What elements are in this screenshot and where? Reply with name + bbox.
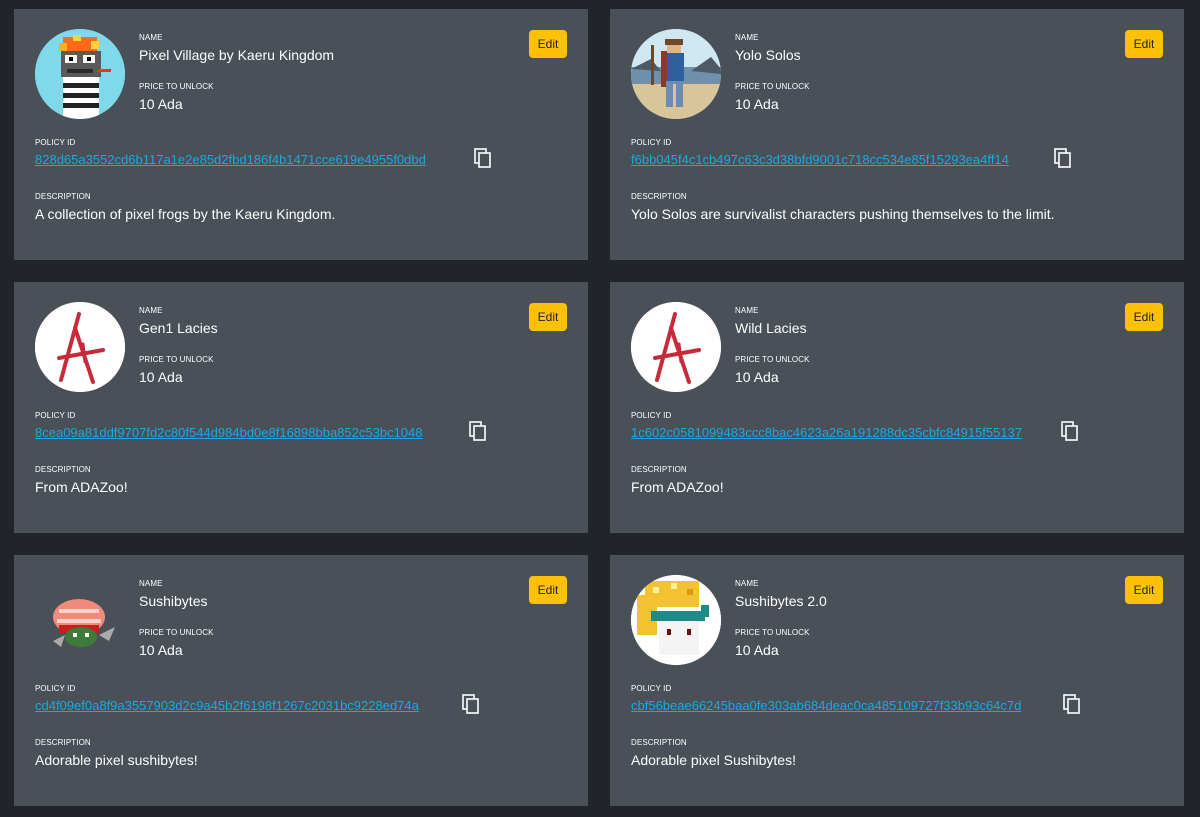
price-value: 10 Ada [139, 96, 183, 112]
description-label: DESCRIPTION [631, 465, 687, 474]
description-text: From ADAZoo! [35, 479, 128, 495]
sushi-character-avatar-icon [35, 575, 125, 665]
edit-button[interactable]: Edit [529, 576, 567, 604]
description-text: Yolo Solos are survivalist characters pu… [631, 206, 1055, 222]
price-label: PRICE TO UNLOCK [139, 355, 214, 364]
collection-grid: NAME Pixel Village by Kaeru Kingdom PRIC… [0, 0, 1200, 817]
price-value: 10 Ada [139, 642, 183, 658]
collection-name: Sushibytes [139, 593, 208, 609]
copy-icon[interactable] [1054, 148, 1072, 168]
price-value: 10 Ada [735, 642, 779, 658]
description-text: Adorable pixel sushibytes! [35, 752, 198, 768]
edit-button[interactable]: Edit [1125, 576, 1163, 604]
policy-id-link[interactable]: cbf56beae66245baa0fe303ab684deac0ca48510… [631, 698, 1021, 713]
price-label: PRICE TO UNLOCK [139, 82, 214, 91]
edit-button[interactable]: Edit [1125, 303, 1163, 331]
policy-id-link[interactable]: 1c602c0581099483ccc8bac4623a26a191288dc3… [631, 425, 1022, 440]
collection-card: NAME Yolo Solos PRICE TO UNLOCK 10 Ada E… [610, 9, 1184, 260]
policy-id-label: POLICY ID [35, 411, 76, 420]
policy-id-label: POLICY ID [631, 411, 672, 420]
collection-name: Gen1 Lacies [139, 320, 218, 336]
adazoo-logo-icon [631, 302, 721, 392]
price-label: PRICE TO UNLOCK [735, 628, 810, 637]
policy-id-link[interactable]: f6bb045f4c1cb497c63c3d38bfd9001c718cc534… [631, 152, 1009, 167]
copy-icon[interactable] [469, 421, 487, 441]
name-label: NAME [139, 306, 163, 315]
description-label: DESCRIPTION [35, 465, 91, 474]
collection-name: Yolo Solos [735, 47, 801, 63]
description-label: DESCRIPTION [35, 192, 91, 201]
policy-id-label: POLICY ID [631, 684, 672, 693]
collection-name: Pixel Village by Kaeru Kingdom [139, 47, 335, 63]
name-label: NAME [735, 33, 759, 42]
name-label: NAME [139, 579, 163, 588]
copy-icon[interactable] [474, 148, 492, 168]
collection-card: NAME Sushibytes PRICE TO UNLOCK 10 Ada E… [14, 555, 588, 806]
name-label: NAME [735, 306, 759, 315]
price-value: 10 Ada [735, 96, 779, 112]
sushi-character-avatar-icon [631, 575, 721, 665]
edit-button[interactable]: Edit [1125, 30, 1163, 58]
description-label: DESCRIPTION [35, 738, 91, 747]
policy-id-link[interactable]: 8cea09a81ddf9707fd2c80f544d984bd0e8f1689… [35, 425, 423, 440]
copy-icon[interactable] [1063, 694, 1081, 714]
price-value: 10 Ada [735, 369, 779, 385]
description-text: Adorable pixel Sushibytes! [631, 752, 796, 768]
pixel-frog-avatar-icon [35, 29, 125, 119]
description-label: DESCRIPTION [631, 738, 687, 747]
price-label: PRICE TO UNLOCK [735, 355, 810, 364]
adazoo-logo-icon [35, 302, 125, 392]
copy-icon[interactable] [1061, 421, 1079, 441]
collection-card: NAME Gen1 Lacies PRICE TO UNLOCK 10 Ada … [14, 282, 588, 533]
description-text: A collection of pixel frogs by the Kaeru… [35, 206, 336, 222]
copy-icon[interactable] [462, 694, 480, 714]
policy-id-label: POLICY ID [35, 138, 76, 147]
collection-card: NAME Pixel Village by Kaeru Kingdom PRIC… [14, 9, 588, 260]
collection-card: NAME Wild Lacies PRICE TO UNLOCK 10 Ada … [610, 282, 1184, 533]
collection-name: Wild Lacies [735, 320, 807, 336]
collection-card: NAME Sushibytes 2.0 PRICE TO UNLOCK 10 A… [610, 555, 1184, 806]
description-text: From ADAZoo! [631, 479, 724, 495]
price-label: PRICE TO UNLOCK [139, 628, 214, 637]
policy-id-link[interactable]: 828d65a3552cd6b117a1e2e85d2fbd186f4b1471… [35, 152, 426, 167]
policy-id-link[interactable]: cd4f09ef0a8f9a3557903d2c9a45b2f6198f1267… [35, 698, 419, 713]
edit-button[interactable]: Edit [529, 303, 567, 331]
name-label: NAME [735, 579, 759, 588]
description-label: DESCRIPTION [631, 192, 687, 201]
price-value: 10 Ada [139, 369, 183, 385]
collection-name: Sushibytes 2.0 [735, 593, 827, 609]
policy-id-label: POLICY ID [35, 684, 76, 693]
price-label: PRICE TO UNLOCK [735, 82, 810, 91]
name-label: NAME [139, 33, 163, 42]
survivalist-character-avatar-icon [631, 29, 721, 119]
policy-id-label: POLICY ID [631, 138, 672, 147]
edit-button[interactable]: Edit [529, 30, 567, 58]
